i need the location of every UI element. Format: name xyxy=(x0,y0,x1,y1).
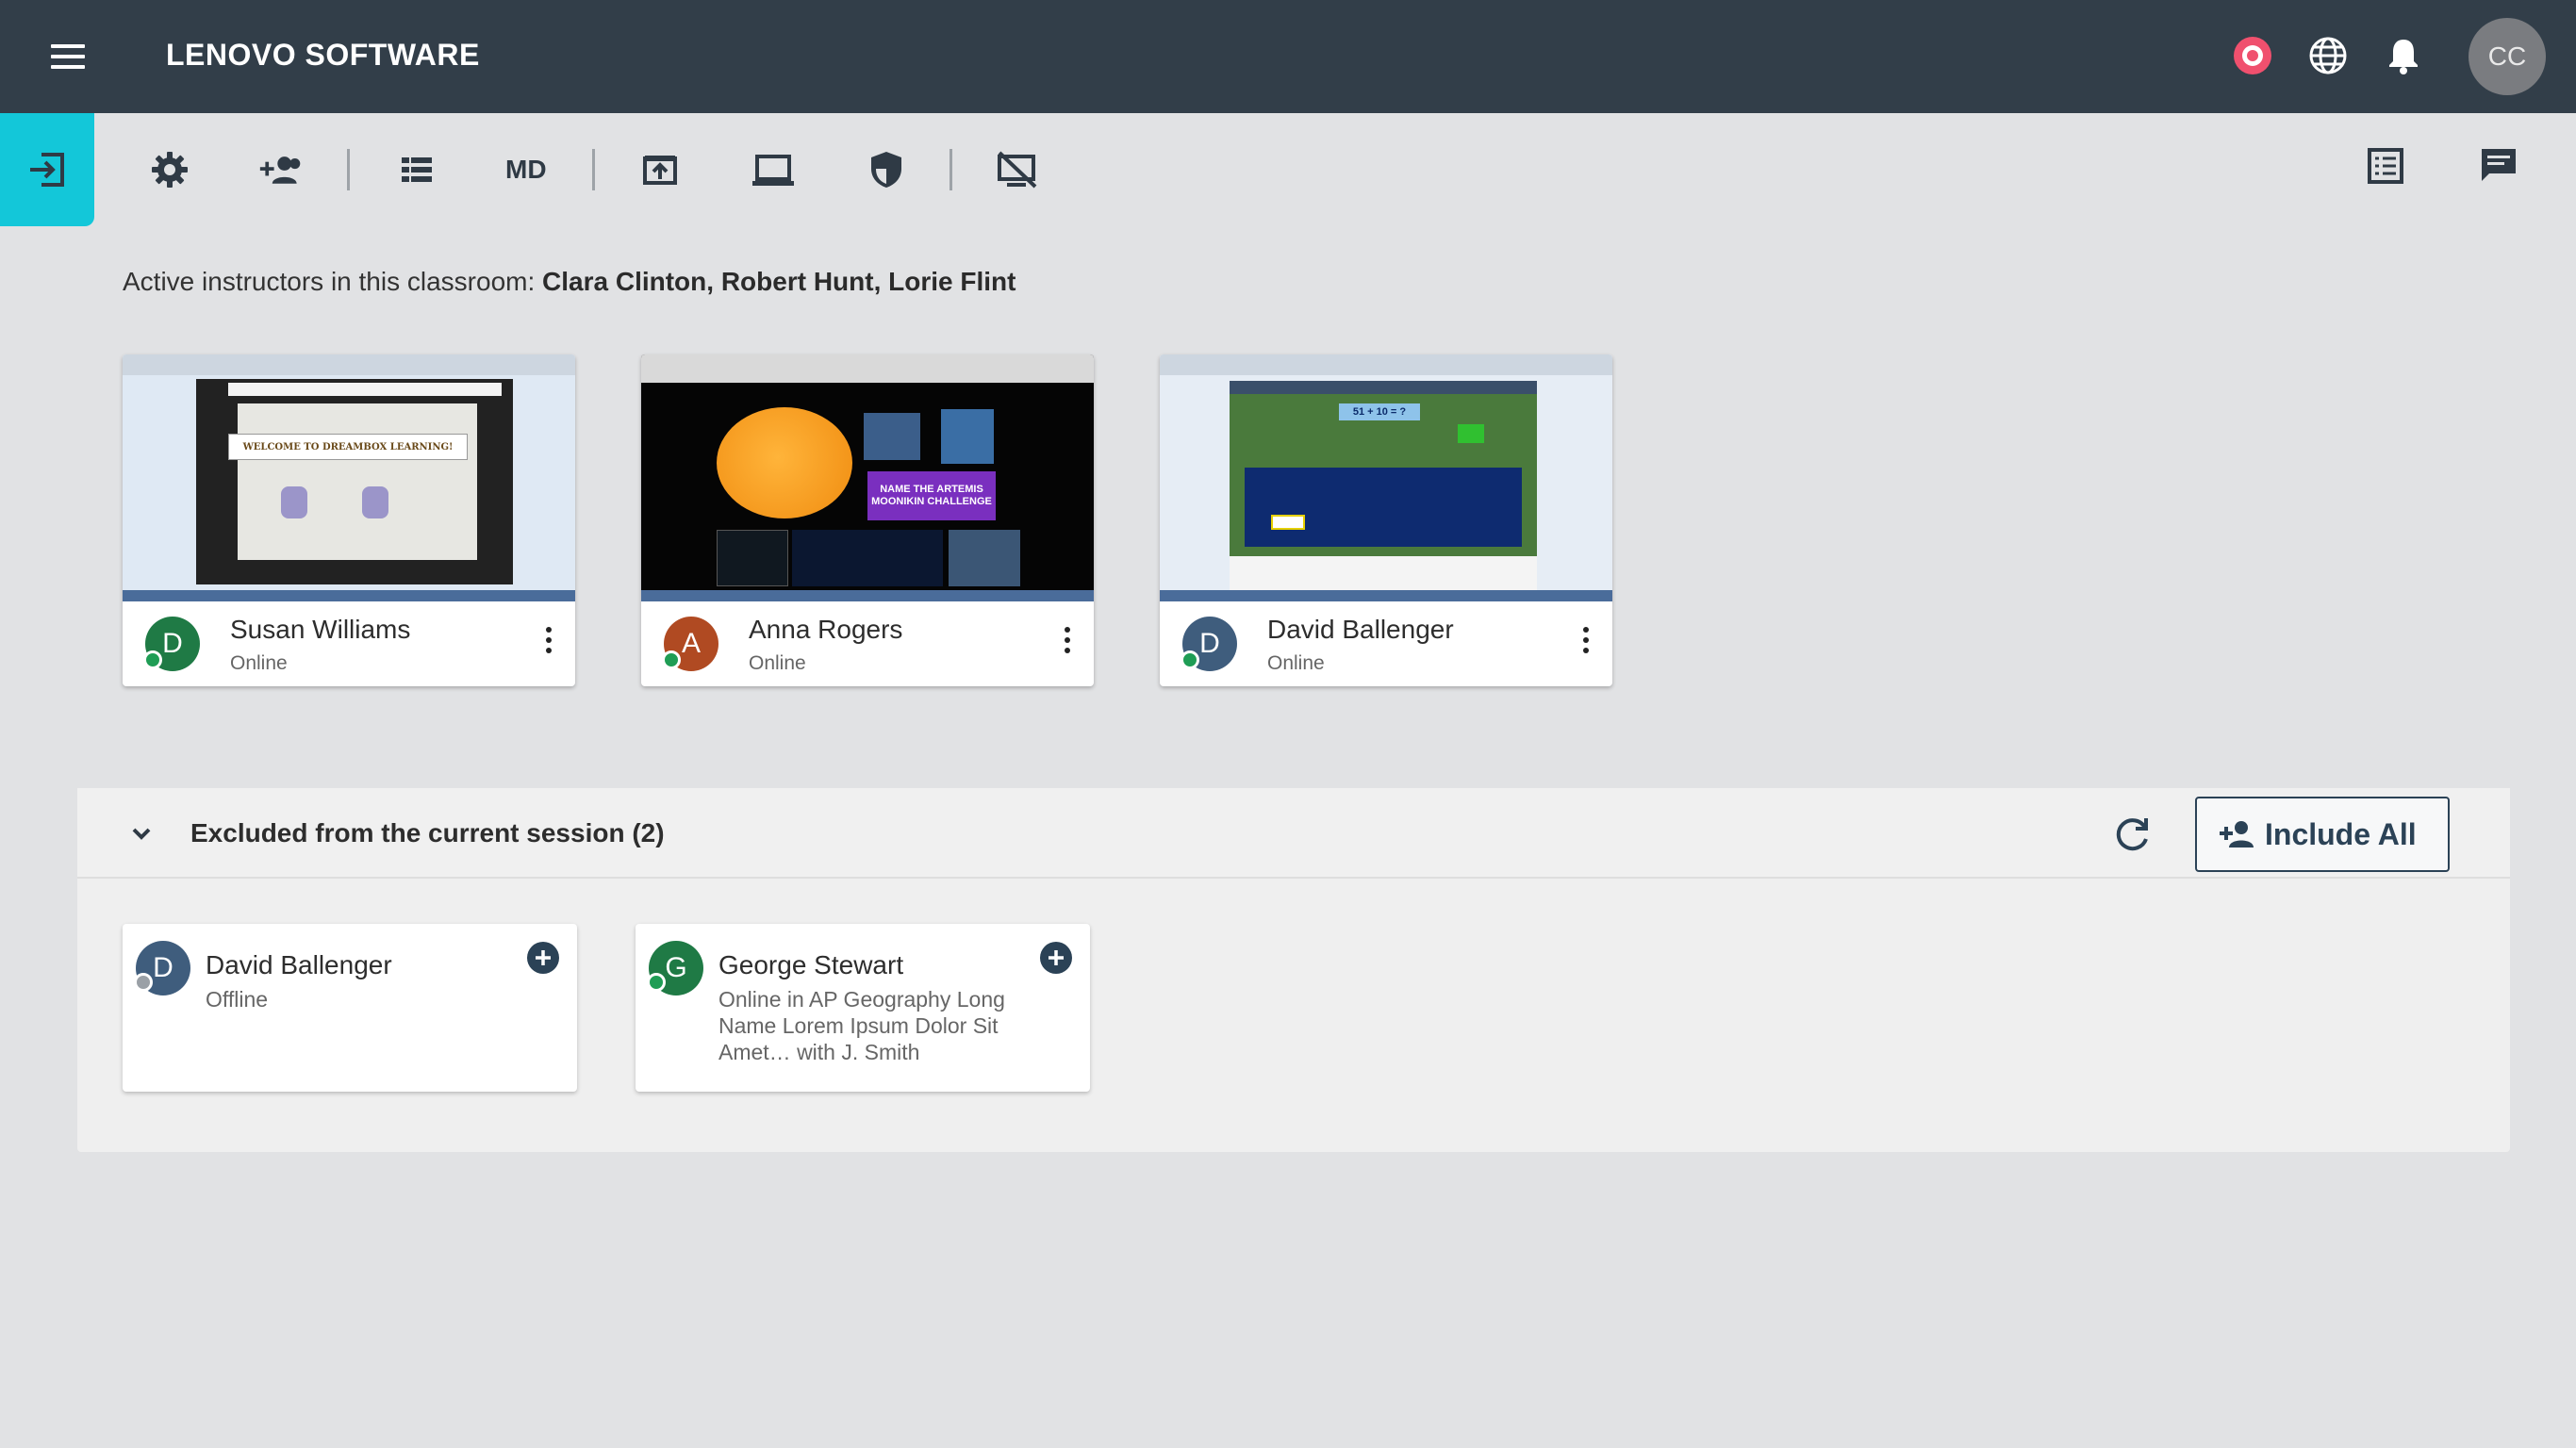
excluded-student-card[interactable]: G George Stewart Online in AP Geography … xyxy=(636,924,1090,1092)
add-group-button[interactable] xyxy=(258,147,304,192)
screen-thumbnail[interactable]: NAME THE ARTEMIS MOONIKIN CHALLENGE xyxy=(641,354,1094,601)
student-status: Offline xyxy=(206,987,269,1012)
student-tile[interactable]: WELCOME TO DREAMBOX LEARNING! D Susan Wi… xyxy=(123,354,575,686)
share-screen-button[interactable] xyxy=(637,147,683,192)
student-name: Anna Rogers xyxy=(749,615,903,644)
more-options-icon[interactable] xyxy=(543,624,554,658)
user-avatar[interactable]: CC xyxy=(2469,18,2546,95)
more-options-icon[interactable] xyxy=(1062,624,1073,658)
view-list-button[interactable] xyxy=(2363,143,2408,189)
view-list-icon xyxy=(2368,148,2403,184)
student-name: George Stewart xyxy=(718,950,904,979)
share-screen-icon xyxy=(643,156,677,185)
bell-icon[interactable] xyxy=(2382,34,2425,77)
exit-session-icon xyxy=(30,153,64,187)
md-button[interactable]: MD xyxy=(505,155,547,185)
list-view-icon xyxy=(402,157,432,182)
screen-off-icon xyxy=(998,151,1037,189)
student-name: David Ballenger xyxy=(1267,615,1454,644)
add-circle-icon[interactable] xyxy=(1039,941,1073,975)
instructors-prefix: Active instructors in this classroom: xyxy=(123,267,536,296)
online-status-dot xyxy=(1181,650,1199,669)
settings-button[interactable] xyxy=(147,147,192,192)
hamburger-menu-icon[interactable] xyxy=(47,38,89,75)
list-view-button[interactable] xyxy=(394,147,439,192)
screen-thumbnail[interactable]: WELCOME TO DREAMBOX LEARNING! xyxy=(123,354,575,601)
chat-button[interactable] xyxy=(2476,143,2521,189)
screen-banner: WELCOME TO DREAMBOX LEARNING! xyxy=(228,434,468,460)
laptop-icon xyxy=(752,155,794,186)
shield-icon xyxy=(871,152,901,188)
excluded-panel-header: Excluded from the current session (2) In… xyxy=(77,788,2510,879)
add-group-icon xyxy=(259,156,301,184)
active-instructors-text: Active instructors in this classroom: Cl… xyxy=(123,267,1016,297)
student-name: Susan Williams xyxy=(230,615,411,644)
record-icon[interactable] xyxy=(2231,34,2274,77)
include-all-label: Include All xyxy=(2265,816,2417,851)
laptop-button[interactable] xyxy=(751,147,796,192)
shield-button[interactable] xyxy=(864,147,909,192)
chat-icon xyxy=(2482,149,2516,181)
screen-thumbnail[interactable]: 51 + 10 = ? xyxy=(1160,354,1612,601)
excluded-panel: Excluded from the current session (2) In… xyxy=(77,788,2510,1152)
toolbar-divider xyxy=(592,149,595,190)
student-name: David Ballenger xyxy=(206,950,392,979)
screen-banner: NAME THE ARTEMIS MOONIKIN CHALLENGE xyxy=(867,471,996,520)
excluded-student-card[interactable]: D David Ballenger Offline xyxy=(123,924,577,1092)
screen-off-button[interactable] xyxy=(994,147,1039,192)
more-options-icon[interactable] xyxy=(1580,624,1592,658)
student-tile[interactable]: NAME THE ARTEMIS MOONIKIN CHALLENGE A An… xyxy=(641,354,1094,686)
chevron-down-icon[interactable] xyxy=(126,818,157,848)
settings-icon xyxy=(152,152,188,188)
tile-footer: A Anna Rogers Online xyxy=(641,601,1094,686)
online-status-dot xyxy=(143,650,162,669)
student-status: Online xyxy=(1267,652,1325,674)
exit-session-button[interactable] xyxy=(0,113,94,226)
include-all-button[interactable]: Include All xyxy=(2195,797,2450,872)
toolbar-divider xyxy=(949,149,952,190)
app-title: LENOVO SOFTWARE xyxy=(166,38,480,72)
student-status: Online xyxy=(749,652,806,674)
top-app-bar: LENOVO SOFTWARE CC xyxy=(0,0,2576,113)
student-status: Online in AP Geography Long Name Lorem I… xyxy=(718,987,1005,1064)
tile-footer: D Susan Williams Online xyxy=(123,601,575,686)
tile-footer: D David Ballenger Online xyxy=(1160,601,1612,686)
online-status-dot xyxy=(647,973,666,992)
toolbar-divider xyxy=(347,149,350,190)
excluded-title: Excluded from the current session (2) xyxy=(190,818,665,847)
student-tile[interactable]: 51 + 10 = ? D David Ballenger Online xyxy=(1160,354,1612,686)
screen-banner: 51 + 10 = ? xyxy=(1339,403,1420,420)
add-person-icon xyxy=(2220,821,2254,847)
student-status: Online xyxy=(230,652,288,674)
add-circle-icon[interactable] xyxy=(526,941,560,975)
online-status-dot xyxy=(662,650,681,669)
globe-icon[interactable] xyxy=(2306,34,2350,77)
offline-status-dot xyxy=(134,973,153,992)
instructors-names: Clara Clinton, Robert Hunt, Lorie Flint xyxy=(542,267,1016,296)
refresh-icon[interactable] xyxy=(2110,811,2155,856)
